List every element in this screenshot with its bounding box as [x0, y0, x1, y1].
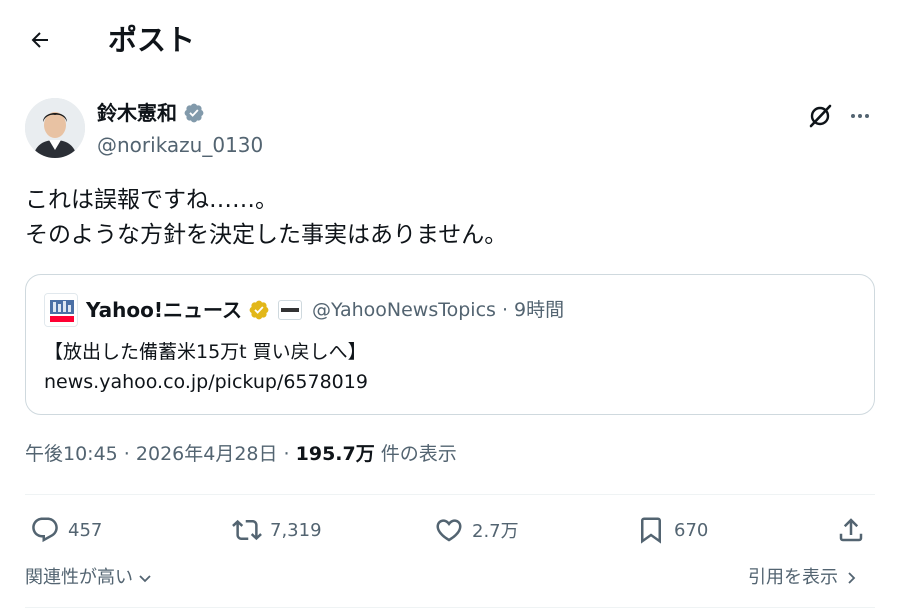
meta-separator: · — [277, 443, 296, 465]
reply-icon — [32, 517, 58, 543]
repost-count: 7,319 — [270, 519, 322, 541]
sort-label: 関連性が高い — [25, 567, 133, 588]
post-time[interactable]: 午後10:45 — [25, 443, 118, 465]
bookmark-count: 670 — [674, 519, 709, 541]
more-dots-icon — [851, 114, 869, 118]
quoted-avatar — [44, 293, 78, 327]
header-bar: ポスト — [0, 0, 901, 84]
chevron-right-icon — [848, 572, 856, 584]
quoted-handle: @YahooNewsTopics — [311, 299, 496, 321]
reply-count: 457 — [68, 519, 103, 541]
post-meta: 午後10:45 · 2026年4月28日 · 195.7万 件の表示 — [25, 439, 457, 469]
reply-button[interactable]: 457 — [30, 510, 102, 550]
avatar-image — [25, 98, 85, 158]
view-count-label: 件の表示 — [374, 443, 457, 465]
grok-button[interactable] — [804, 100, 836, 132]
view-quotes-link[interactable]: 引用を表示 — [748, 564, 858, 592]
chevron-down-icon — [139, 575, 151, 583]
bookmark-button[interactable]: 670 — [636, 510, 708, 550]
post-text: これは誤報ですね……。 そのような方針を決定した事実はありません。 — [25, 187, 508, 248]
arrow-left-icon — [31, 32, 48, 48]
quoted-author-name: Yahoo!ニュース — [86, 298, 242, 322]
heart-icon — [436, 519, 462, 542]
author-handle[interactable]: @norikazu_0130 — [97, 131, 263, 159]
meta-separator: · — [117, 443, 136, 465]
like-button[interactable]: 2.7万 — [434, 510, 519, 550]
bookmark-icon — [641, 517, 661, 544]
divider — [25, 607, 875, 608]
divider — [25, 494, 875, 495]
repost-button[interactable]: 7,319 — [232, 510, 322, 550]
view-count: 195.7万 — [295, 443, 375, 465]
quoted-header: Yahoo!ニュース @YahooNewsTopics · 9時間 — [86, 295, 564, 325]
post-date[interactable]: 2026年4月28日 — [136, 443, 278, 465]
quoted-separator: · — [501, 299, 508, 321]
repost-icon — [232, 519, 262, 541]
back-button[interactable] — [24, 24, 56, 56]
like-count: 2.7万 — [472, 521, 519, 542]
share-button[interactable] — [836, 510, 866, 550]
more-options-button[interactable] — [844, 100, 876, 132]
quoted-time: 9時間 — [513, 299, 565, 321]
author-display-name[interactable]: 鈴木憲和 — [97, 99, 177, 127]
yahoo-news-logo-icon — [45, 294, 77, 326]
page-title: ポスト — [108, 23, 196, 57]
gold-verified-icon — [249, 300, 269, 320]
avatar[interactable] — [25, 98, 85, 158]
affiliate-logo-icon — [277, 300, 302, 320]
gray-verified-icon — [184, 103, 204, 123]
view-quotes-label: 引用を表示 — [748, 567, 838, 588]
sort-replies-dropdown[interactable]: 関連性が高い — [25, 564, 153, 592]
grok-icon — [809, 104, 832, 128]
quoted-text: 【放出した備蓄米15万t 買い戻しへ】 news.yahoo.co.jp/pic… — [44, 341, 368, 393]
share-icon — [839, 518, 863, 542]
author-name-row[interactable]: 鈴木憲和 — [97, 99, 205, 127]
quoted-post[interactable]: Yahoo!ニュース @YahooNewsTopics · 9時間 【放出した備… — [25, 274, 875, 415]
